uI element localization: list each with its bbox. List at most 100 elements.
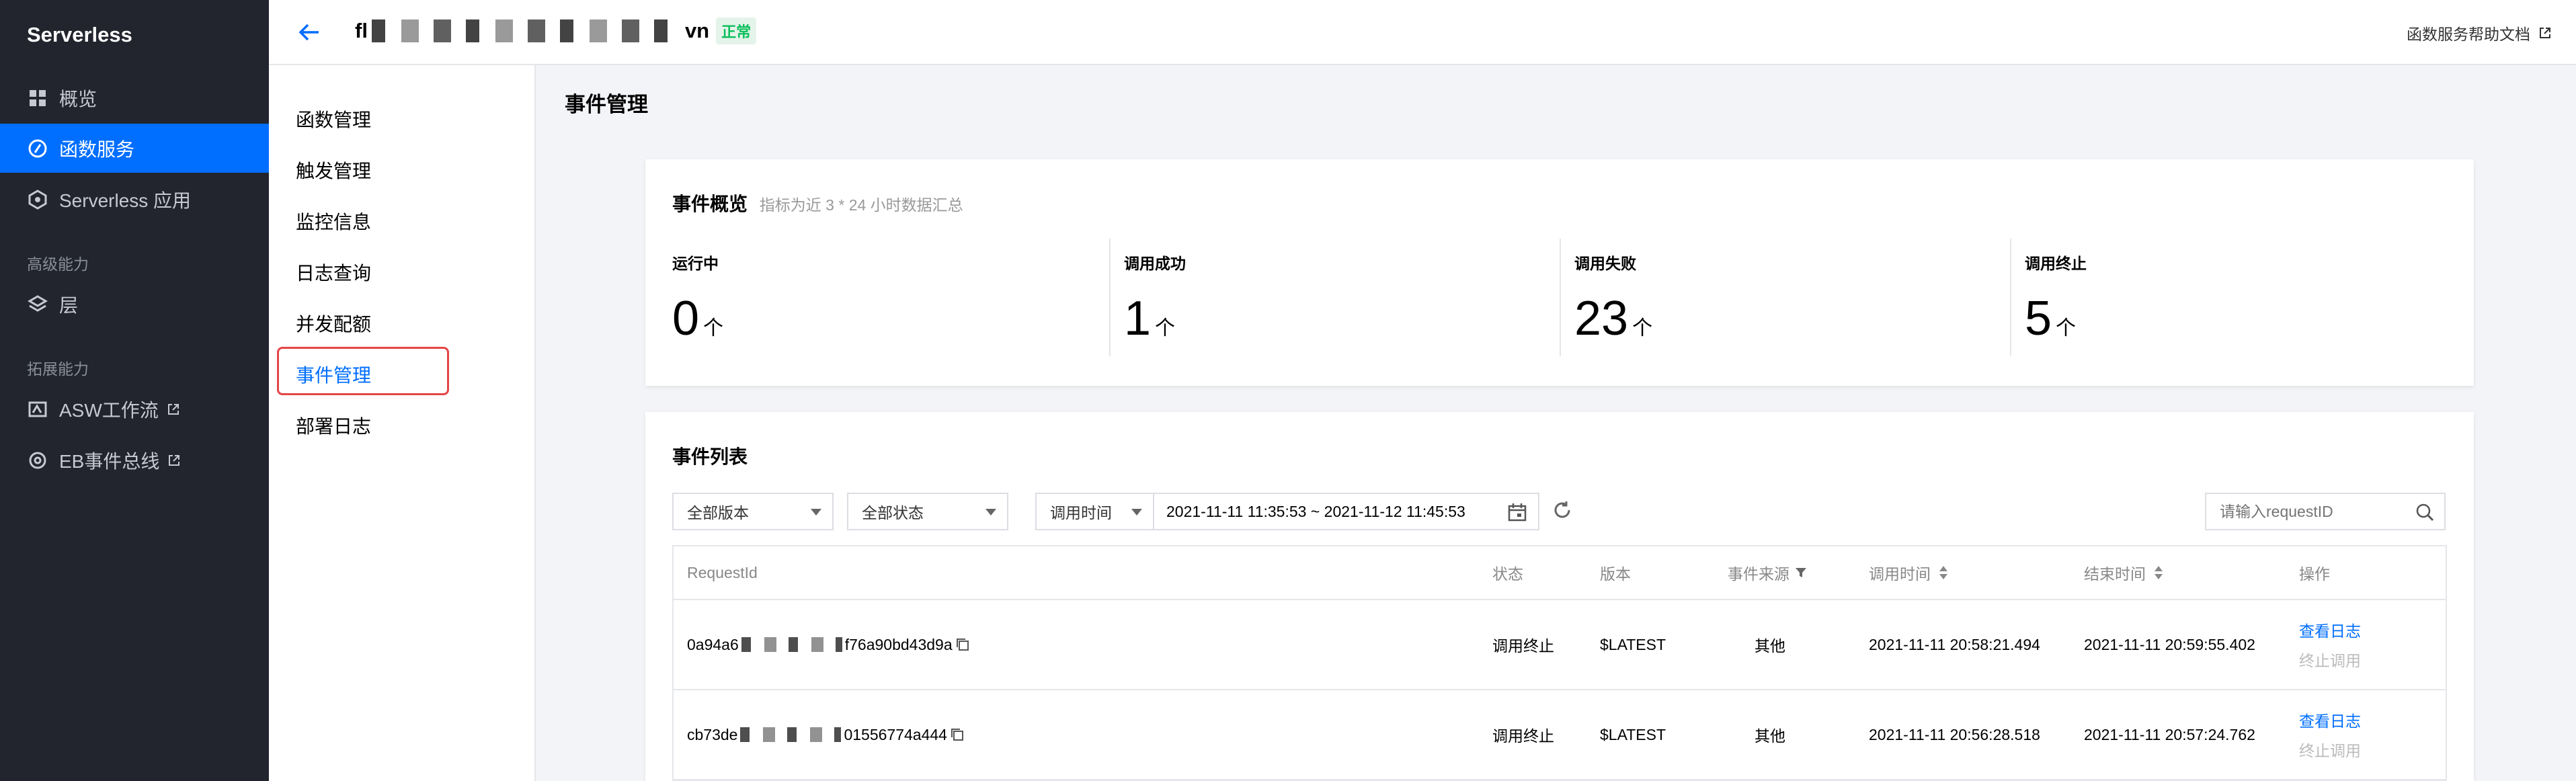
stat-value: 1个 — [1124, 291, 1175, 346]
status-badge: 正常 — [716, 17, 757, 44]
table-row: 0a94a6 f76a90bd43d9a 调用终止 $LATEST 其他 202… — [674, 600, 2446, 690]
stat-unit: 个 — [1632, 317, 1653, 339]
source-cell: 其他 — [1755, 727, 1785, 745]
status-cell: 调用终止 — [1492, 727, 1554, 745]
app-icon — [27, 189, 48, 210]
help-doc-link[interactable]: 函数服务帮助文档 — [2407, 22, 2552, 44]
actions-cell: 查看日志 终止调用 — [2299, 690, 2361, 779]
date-range-value: 2021-11-11 11:35:53 ~ 2021-11-12 11:45:5… — [1166, 502, 1465, 520]
request-id-cell: cb73de 01556774a444 — [687, 690, 965, 779]
grid-icon — [27, 87, 48, 109]
stat-unit: 个 — [2056, 317, 2077, 339]
submenu-item-function-management[interactable]: 函数管理 — [296, 106, 371, 132]
sidebar-item-serverless-app[interactable]: Serverless 应用 — [0, 175, 269, 224]
sort-icon — [1939, 566, 1947, 579]
sidebar-item-function-service[interactable]: 函数服务 — [0, 124, 269, 173]
overview-title-text: 事件概览 — [672, 194, 748, 214]
sidebar-item-overview[interactable]: 概览 — [0, 73, 269, 122]
view-log-link[interactable]: 查看日志 — [2299, 618, 2361, 641]
sidebar-item-label: 概览 — [59, 88, 97, 110]
invoke-time-cell: 2021-11-11 20:56:28.518 — [1869, 725, 2040, 743]
stat-label: 运行中 — [672, 255, 719, 272]
search-icon[interactable] — [2415, 502, 2435, 526]
sidebar: Serverless 概览 函数服务 Serverless 应用 高级能力 层 … — [0, 0, 269, 781]
refresh-icon[interactable] — [1552, 499, 1573, 524]
external-link-icon — [167, 454, 181, 467]
redacted-mask — [740, 727, 842, 742]
copy-icon[interactable] — [950, 727, 965, 742]
invoke-time-cell: 2021-11-11 20:58:21.494 — [1869, 635, 2040, 653]
status-select[interactable]: 全部状态 — [847, 493, 1008, 530]
sidebar-item-label: 函数服务 — [59, 138, 135, 160]
submenu-item-concurrency-quota[interactable]: 并发配额 — [296, 310, 371, 337]
stat-number: 23 — [1574, 292, 1629, 345]
search-input[interactable] — [2220, 502, 2408, 521]
filter-icon — [1796, 568, 1806, 577]
event-table: RequestId 状态 版本 事件来源 调用时间 结束时间 操作 0a94a6… — [672, 545, 2447, 781]
col-source[interactable]: 事件来源 — [1728, 546, 1808, 599]
sidebar-item-eb-eventbus[interactable]: EB事件总线 — [0, 436, 269, 485]
request-id-prefix: cb73de — [687, 725, 738, 743]
layers-icon — [27, 294, 48, 315]
version-select[interactable]: 全部版本 — [672, 493, 834, 530]
function-name-suffix: vn — [684, 19, 710, 42]
copy-icon[interactable] — [955, 637, 970, 652]
sidebar-item-label: 层 — [59, 294, 79, 316]
function-name-prefix: fl — [355, 19, 368, 42]
submenu-item-event-management[interactable]: 事件管理 — [296, 361, 371, 388]
table-row: cb73de 01556774a444 调用终止 $LATEST 其他 2021… — [674, 690, 2446, 780]
sidebar-item-layers[interactable]: 层 — [0, 280, 269, 329]
sidebar-item-label: EB事件总线 — [59, 450, 160, 472]
sidebar-item-label: ASW工作流 — [59, 399, 159, 421]
submenu-item-trigger-management[interactable]: 触发管理 — [296, 157, 371, 183]
stat-value: 23 个 — [1574, 291, 1652, 346]
redacted-mask — [741, 637, 842, 652]
function-icon — [27, 138, 48, 159]
nav-group-advanced: 高级能力 — [27, 255, 89, 273]
col-request-id: RequestId — [687, 563, 758, 581]
col-end-time-label: 结束时间 — [2084, 565, 2146, 583]
stat-unit: 个 — [703, 317, 724, 339]
source-cell: 其他 — [1755, 637, 1785, 655]
col-end-time[interactable]: 结束时间 — [2084, 546, 2165, 599]
chevron-down-icon — [985, 509, 996, 516]
request-id-suffix: 01556774a444 — [844, 725, 947, 743]
function-name: fl vn 正常 — [355, 17, 757, 44]
workflow-icon — [27, 399, 48, 420]
submenu-item-log-query[interactable]: 日志查询 — [296, 259, 371, 286]
request-id-prefix: 0a94a6 — [687, 635, 739, 653]
event-overview-card: 事件概览 指标为近 3 * 24 小时数据汇总 运行中 0个 调用成功 1个 调… — [645, 159, 2474, 386]
stat-running: 运行中 0个 — [659, 239, 1109, 356]
page-title: 事件管理 — [565, 93, 648, 116]
end-time-cell: 2021-11-11 20:57:24.762 — [2084, 725, 2255, 743]
stat-failed: 调用失败 23 个 — [1560, 239, 2010, 356]
version-cell: $LATEST — [1600, 635, 1666, 653]
external-link-icon — [167, 403, 180, 416]
request-id-suffix: f76a90bd43d9a — [844, 635, 953, 653]
submenu-item-deploy-log[interactable]: 部署日志 — [296, 412, 371, 439]
back-arrow-icon[interactable] — [296, 19, 323, 46]
stat-success: 调用成功 1个 — [1109, 239, 1560, 356]
top-bar: fl vn 正常 函数服务帮助文档 — [269, 0, 2576, 65]
status-select-value: 全部状态 — [862, 504, 924, 522]
stat-label: 调用成功 — [1124, 255, 1186, 272]
stat-number: 5 — [2025, 292, 2052, 345]
view-log-link[interactable]: 查看日志 — [2299, 708, 2361, 731]
stat-terminated: 调用终止 5个 — [2010, 239, 2460, 356]
brand-title: Serverless — [27, 23, 132, 46]
sidebar-item-asw-workflow[interactable]: ASW工作流 — [0, 384, 269, 434]
submenu-item-monitoring[interactable]: 监控信息 — [296, 208, 371, 235]
stat-value: 0个 — [672, 291, 723, 346]
stop-invoke-button: 终止调用 — [2299, 652, 2361, 669]
col-source-label: 事件来源 — [1728, 565, 1789, 583]
event-list-title: 事件列表 — [672, 446, 748, 467]
stat-number: 1 — [1124, 292, 1152, 345]
request-id-search[interactable] — [2205, 493, 2446, 530]
col-invoke-time[interactable]: 调用时间 — [1869, 546, 1949, 599]
stat-value: 5个 — [2025, 291, 2076, 346]
overview-subtitle: 指标为近 3 * 24 小时数据汇总 — [759, 196, 963, 214]
time-type-select[interactable]: 调用时间 — [1035, 493, 1154, 530]
date-range-picker[interactable]: 2021-11-11 11:35:53 ~ 2021-11-12 11:45:5… — [1153, 493, 1539, 530]
chevron-down-icon — [1131, 509, 1142, 516]
stat-label: 调用终止 — [2025, 255, 2087, 272]
